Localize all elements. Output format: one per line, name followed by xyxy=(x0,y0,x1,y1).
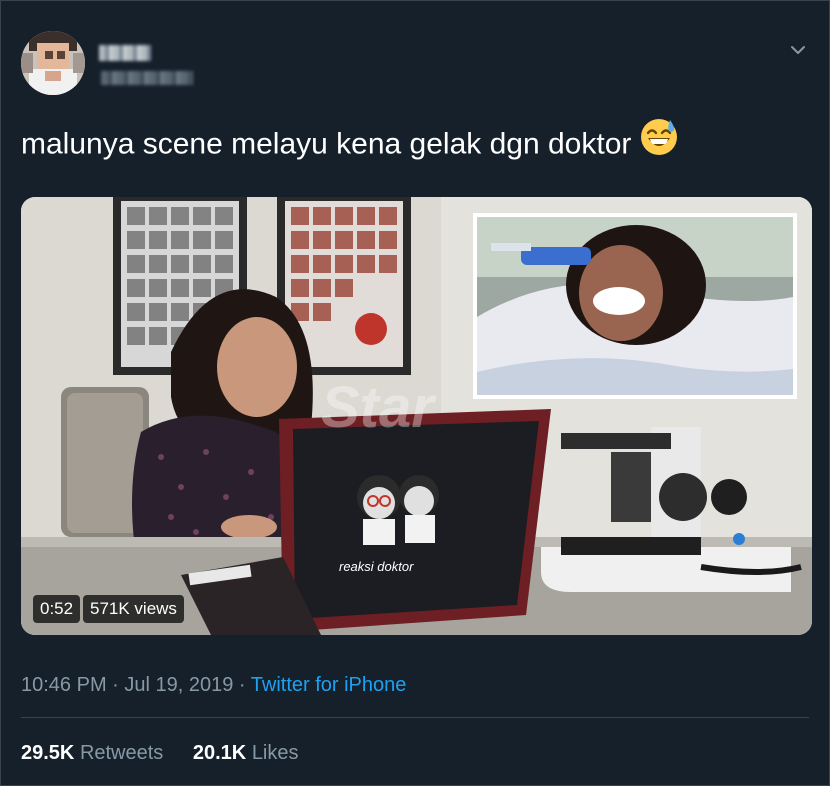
retweets-label: Retweets xyxy=(79,742,164,764)
video-views-badge: 571K views xyxy=(83,595,184,623)
grinning-face-with-sweat-icon xyxy=(639,117,679,168)
timestamp[interactable]: 10:46 PM · Jul 19, 2019 · xyxy=(21,674,251,696)
tweet-text: malunya scene melayu kena gelak dgn dokt… xyxy=(21,119,679,168)
likes-count: 20.1K xyxy=(192,742,247,764)
display-name-redacted[interactable] xyxy=(99,45,151,61)
retweets-count: 29.5K xyxy=(21,742,75,764)
video-thumbnail: reaksi doktor Star xyxy=(21,197,812,635)
likes-stat[interactable]: 20.1K Likes xyxy=(193,742,299,764)
chevron-down-icon[interactable] xyxy=(789,41,807,59)
avatar[interactable] xyxy=(21,31,85,95)
watermark: Star xyxy=(321,375,437,440)
video-player[interactable]: reaksi doktor Star 0:52 571K views xyxy=(21,197,812,635)
tweet-metadata: 10:46 PM · Jul 19, 2019 · Twitter for iP… xyxy=(21,674,406,697)
retweets-stat[interactable]: 29.5K Retweets xyxy=(21,742,163,764)
divider xyxy=(21,717,809,718)
tweet-text-content: malunya scene melayu kena gelak dgn dokt… xyxy=(21,127,632,161)
source-link[interactable]: Twitter for iPhone xyxy=(251,674,407,696)
likes-label: Likes xyxy=(251,742,299,764)
handle-redacted[interactable] xyxy=(101,71,193,85)
engagement-stats: 29.5K Retweets 20.1K Likes xyxy=(21,742,323,765)
video-duration-badge: 0:52 xyxy=(33,595,81,623)
tweet-card[interactable]: malunya scene melayu kena gelak dgn dokt… xyxy=(0,0,830,786)
laptop-sticker-text: reaksi doktor xyxy=(339,559,414,574)
